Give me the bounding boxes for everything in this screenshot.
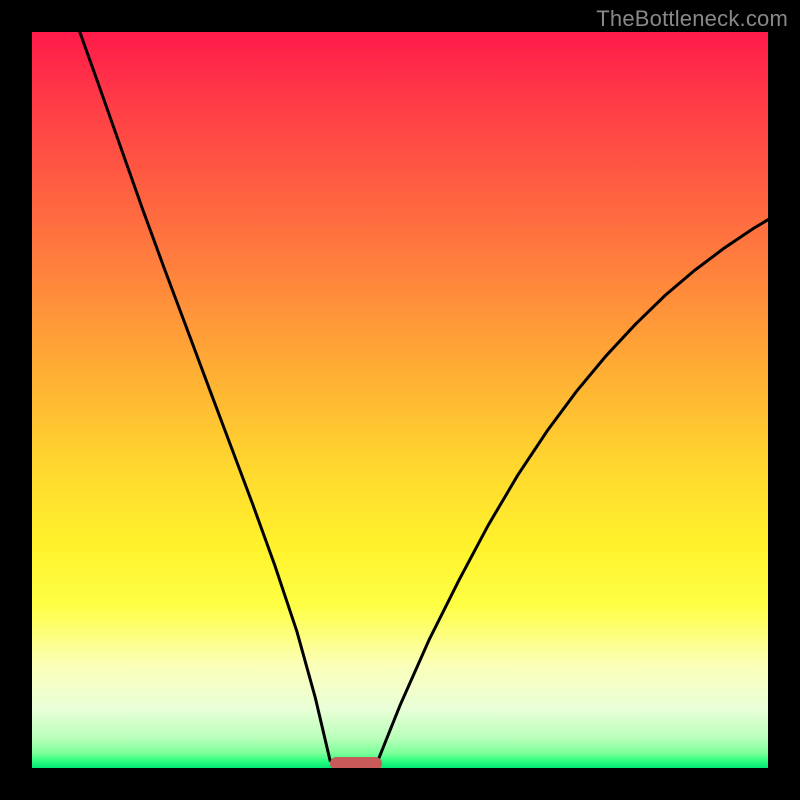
chart-frame: TheBottleneck.com (0, 0, 800, 800)
optimal-range-marker (330, 757, 382, 768)
curve-right-branch (378, 220, 768, 761)
curve-left-branch (80, 32, 330, 761)
bottleneck-curve (32, 32, 768, 768)
plot-area (32, 32, 768, 768)
watermark-text: TheBottleneck.com (596, 6, 788, 32)
